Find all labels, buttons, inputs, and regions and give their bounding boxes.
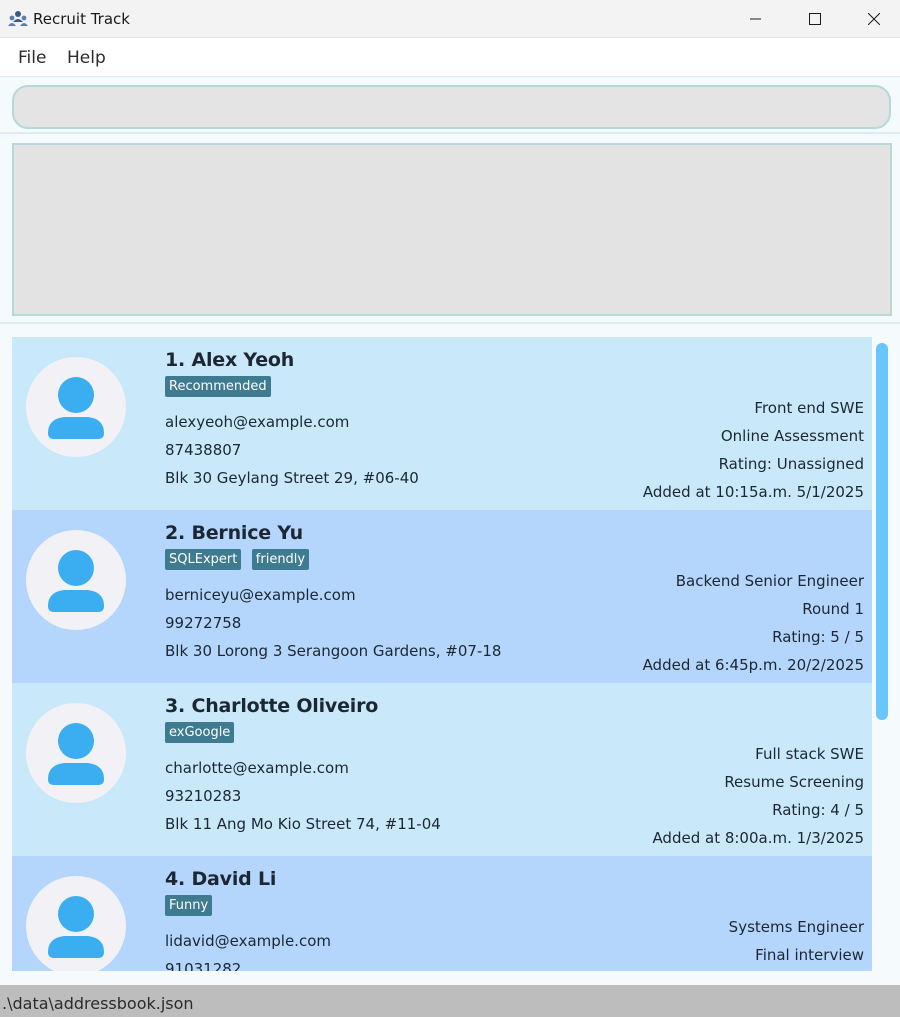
person-card[interactable]: 1. Alex Yeoh Recommended alexyeoh@exampl… <box>12 337 872 510</box>
tag: SQLExpert <box>165 549 242 570</box>
save-location-path: .\data\addressbook.json <box>2 994 194 1013</box>
person-email: charlotte@example.com <box>165 759 349 777</box>
close-button[interactable] <box>845 0 900 38</box>
tag-list: Funny <box>165 895 218 916</box>
close-icon <box>868 13 880 25</box>
user-avatar-icon <box>48 377 104 439</box>
person-added: Added at 6:45p.m. 20/2/2025 <box>642 656 864 674</box>
scrollbar-thumb[interactable] <box>876 343 888 720</box>
avatar <box>26 876 126 971</box>
command-input[interactable] <box>12 85 891 129</box>
person-name: 4. David Li <box>165 868 277 890</box>
person-address: Blk 30 Lorong 3 Serangoon Gardens, #07-1… <box>165 642 502 660</box>
person-list[interactable]: 1. Alex Yeoh Recommended alexyeoh@exampl… <box>12 337 872 971</box>
status-bar: .\data\addressbook.json <box>0 985 900 1017</box>
title-bar: Recruit Track <box>0 0 900 38</box>
user-avatar-icon <box>48 723 104 785</box>
menu-file[interactable]: File <box>18 48 46 68</box>
person-stage: Round 1 <box>802 600 864 618</box>
person-card[interactable]: 4. David Li Funny lidavid@example.com 91… <box>12 856 872 971</box>
person-stage: Final interview <box>755 946 864 964</box>
person-card[interactable]: 3. Charlotte Oliveiro exGoogle charlotte… <box>12 683 872 856</box>
minimize-icon <box>750 18 761 20</box>
person-job: Backend Senior Engineer <box>675 572 864 590</box>
person-job: Systems Engineer <box>728 918 864 936</box>
person-stage: Resume Screening <box>724 773 864 791</box>
tag-list: exGoogle <box>165 722 240 743</box>
person-stage: Online Assessment <box>720 427 864 445</box>
result-display-area <box>0 136 900 324</box>
person-email: berniceyu@example.com <box>165 586 356 604</box>
tag: Recommended <box>165 376 271 397</box>
person-card[interactable]: 2. Bernice Yu SQLExpert friendly bernice… <box>12 510 872 683</box>
user-avatar-icon <box>48 550 104 612</box>
person-name: 1. Alex Yeoh <box>165 349 295 371</box>
person-added: Added at 8:00a.m. 1/3/2025 <box>652 829 864 847</box>
person-email: alexyeoh@example.com <box>165 413 350 431</box>
person-job: Full stack SWE <box>755 745 864 763</box>
avatar <box>26 357 126 457</box>
person-phone: 91031282 <box>165 960 242 971</box>
avatar <box>26 530 126 630</box>
command-box-area <box>0 76 900 134</box>
person-phone: 87438807 <box>165 441 242 459</box>
tag: Funny <box>165 895 213 916</box>
window-title: Recruit Track <box>33 10 130 28</box>
tag-list: Recommended <box>165 376 277 397</box>
person-rating: Rating: 5 / 5 <box>772 628 864 646</box>
person-name: 2. Bernice Yu <box>165 522 303 544</box>
people-group-icon <box>8 11 28 26</box>
person-job: Front end SWE <box>754 399 864 417</box>
avatar <box>26 703 126 803</box>
person-phone: 99272758 <box>165 614 242 632</box>
maximize-icon <box>809 13 821 25</box>
tag: friendly <box>251 549 310 570</box>
list-scrollbar[interactable] <box>874 337 890 971</box>
person-address: Blk 11 Ang Mo Kio Street 74, #11-04 <box>165 815 441 833</box>
maximize-button[interactable] <box>786 0 844 38</box>
menu-help[interactable]: Help <box>67 48 106 68</box>
result-display <box>12 143 892 316</box>
tag-list: SQLExpert friendly <box>165 549 315 570</box>
person-name: 3. Charlotte Oliveiro <box>165 695 379 717</box>
person-added: Added at 10:15a.m. 5/1/2025 <box>642 483 864 501</box>
person-email: lidavid@example.com <box>165 932 331 950</box>
user-avatar-icon <box>48 896 104 958</box>
person-rating: Rating: 4 / 5 <box>772 801 864 819</box>
minimize-button[interactable] <box>727 0 785 38</box>
person-phone: 93210283 <box>165 787 242 805</box>
tag: exGoogle <box>165 722 235 743</box>
menu-bar: File Help <box>0 38 900 76</box>
person-address: Blk 30 Geylang Street 29, #06-40 <box>165 469 419 487</box>
person-rating: Rating: Unassigned <box>718 455 864 473</box>
